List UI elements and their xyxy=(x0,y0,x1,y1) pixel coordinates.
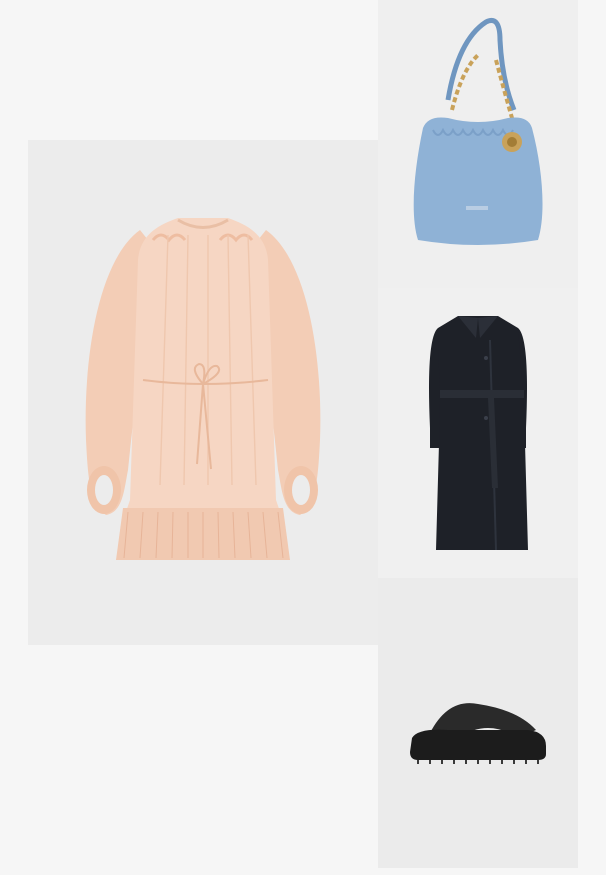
sandal-image xyxy=(410,703,546,764)
coat-card[interactable] xyxy=(378,288,578,578)
sandal-card[interactable] xyxy=(378,578,578,868)
dress-image xyxy=(85,218,321,560)
bag-card[interactable] xyxy=(378,0,578,288)
dress-card[interactable] xyxy=(28,140,378,645)
bag-image xyxy=(413,18,543,245)
coat-image xyxy=(429,316,528,551)
